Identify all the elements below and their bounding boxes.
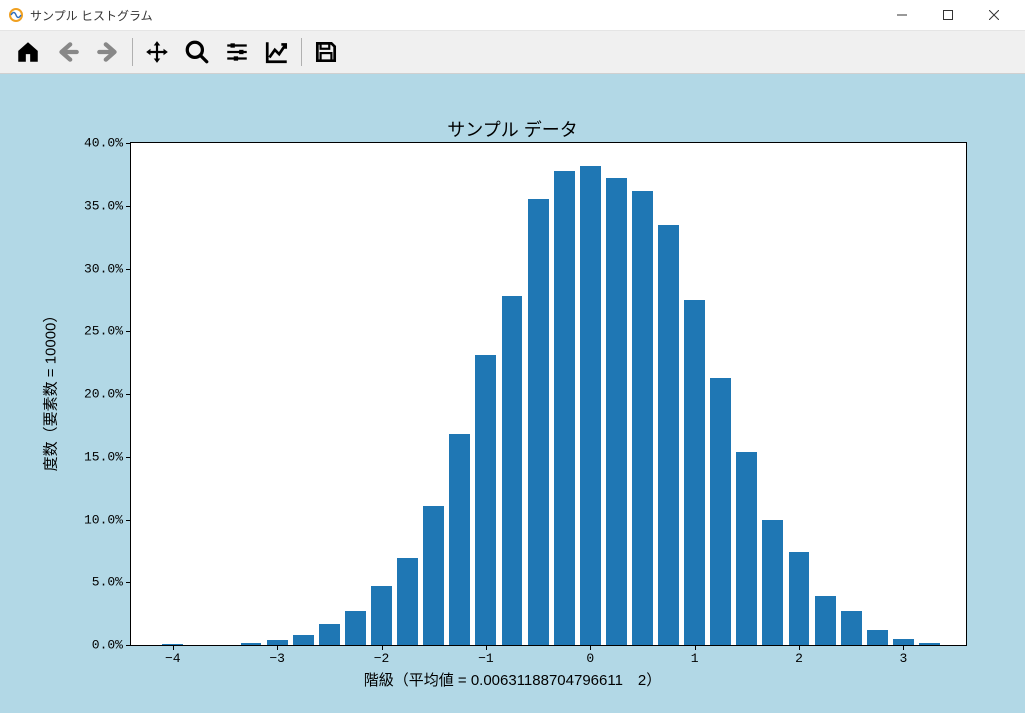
y-tick-label: 25.0%	[84, 324, 131, 339]
save-icon	[313, 39, 339, 65]
histogram-bar	[867, 630, 888, 645]
y-tick-label: 15.0%	[84, 449, 131, 464]
histogram-bar	[449, 434, 470, 645]
move-icon	[144, 39, 170, 65]
histogram-bar	[893, 639, 914, 645]
toolbar-separator	[301, 38, 302, 66]
back-button[interactable]	[48, 34, 88, 70]
zoom-icon	[184, 39, 210, 65]
chart-title: サンプル データ	[0, 116, 1025, 142]
toolbar	[0, 31, 1025, 74]
histogram-bar	[684, 300, 705, 645]
titlebar: サンプル ヒストグラム	[0, 0, 1025, 31]
sliders-icon	[224, 39, 250, 65]
x-axis-label: 階級（平均値 = 0.00631188704796611 2）	[0, 669, 1025, 690]
histogram-bar	[423, 506, 444, 645]
histogram-bar	[371, 586, 392, 645]
y-tick-label: 35.0%	[84, 198, 131, 213]
histogram-bar	[162, 644, 183, 645]
edit-button[interactable]	[257, 34, 297, 70]
home-icon	[15, 39, 41, 65]
home-button[interactable]	[8, 34, 48, 70]
chart-line-icon	[264, 39, 290, 65]
close-button[interactable]	[971, 0, 1017, 30]
histogram-bar	[580, 166, 601, 645]
histogram-bar	[762, 520, 783, 646]
y-tick-label: 20.0%	[84, 387, 131, 402]
histogram-bar	[528, 199, 549, 645]
y-tick-label: 30.0%	[84, 261, 131, 276]
histogram-bar	[815, 596, 836, 645]
y-axis-label: 度数（要素数 = 10000）	[40, 290, 61, 490]
histogram-bar	[789, 552, 810, 645]
window-controls	[879, 0, 1017, 30]
figure-area[interactable]: サンプル データ 度数（要素数 = 10000） 0.0%5.0%10.0%15…	[0, 74, 1025, 713]
pan-button[interactable]	[137, 34, 177, 70]
histogram-bar	[293, 635, 314, 645]
histogram-bar	[919, 643, 940, 646]
histogram-bar	[241, 643, 262, 646]
histogram-bar	[475, 355, 496, 645]
maximize-button[interactable]	[925, 0, 971, 30]
plot-area[interactable]: 0.0%5.0%10.0%15.0%20.0%25.0%30.0%35.0%40…	[130, 142, 967, 646]
toolbar-separator	[132, 38, 133, 66]
histogram-bar	[267, 640, 288, 645]
histogram-bar	[710, 378, 731, 645]
histogram-bar	[658, 225, 679, 645]
histogram-bar	[554, 171, 575, 645]
app-icon	[8, 7, 24, 23]
window-title: サンプル ヒストグラム	[30, 7, 153, 24]
histogram-bar	[632, 191, 653, 645]
zoom-button[interactable]	[177, 34, 217, 70]
histogram-bar	[606, 178, 627, 645]
arrow-left-icon	[55, 39, 81, 65]
histogram-bar	[736, 452, 757, 645]
configure-button[interactable]	[217, 34, 257, 70]
histogram-bar	[841, 611, 862, 645]
y-tick-label: 10.0%	[84, 512, 131, 527]
minimize-button[interactable]	[879, 0, 925, 30]
histogram-bar	[397, 558, 418, 645]
histogram-bar	[345, 611, 366, 645]
forward-button[interactable]	[88, 34, 128, 70]
histogram-bar	[319, 624, 340, 645]
arrow-right-icon	[95, 39, 121, 65]
save-button[interactable]	[306, 34, 346, 70]
y-tick-label: 40.0%	[84, 136, 131, 151]
histogram-bar	[502, 296, 523, 645]
